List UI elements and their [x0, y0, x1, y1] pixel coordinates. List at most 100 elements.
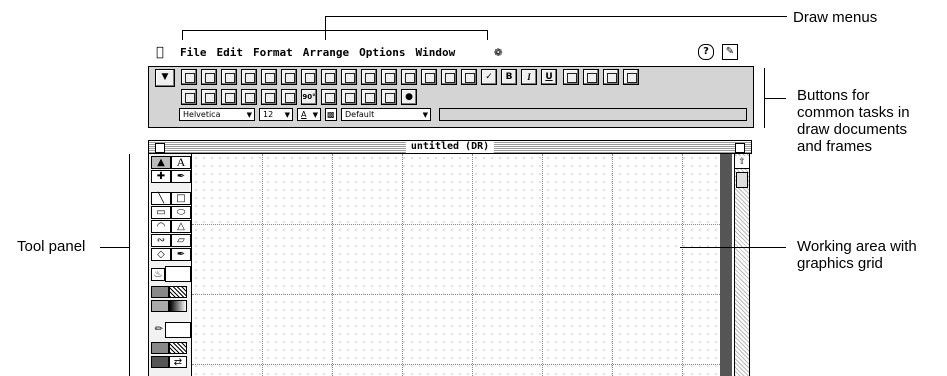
eyedropper-icon[interactable]: ✒ [171, 248, 191, 261]
font-value: Helvetica [183, 110, 221, 119]
align-bottom-icon[interactable] [221, 89, 237, 105]
pointer-tool-icon[interactable]: ▲ [151, 156, 171, 169]
fill-gradient-swatch[interactable] [151, 300, 169, 312]
fill-texture-swatch[interactable] [169, 286, 187, 298]
style-dropdown[interactable]: Default ▼ [341, 108, 431, 121]
revert-icon[interactable] [281, 69, 297, 85]
fill-tool-icon[interactable]: ♨ [151, 268, 165, 281]
ungroup-icon[interactable] [623, 69, 639, 85]
print-icon[interactable] [381, 69, 397, 85]
italic-button[interactable]: I [521, 69, 537, 85]
new-document-icon[interactable] [181, 69, 197, 85]
bold-button[interactable]: B [501, 69, 517, 85]
line-width-swatch[interactable] [151, 356, 169, 368]
eyedropper-tool-icon[interactable]: ✒ [171, 170, 191, 183]
apple-menu-icon[interactable]:  [156, 45, 164, 60]
pen-color-swatch[interactable] [165, 322, 191, 338]
reshape-icon[interactable] [281, 89, 297, 105]
vertical-scrollbar[interactable]: ⇧ [720, 154, 752, 376]
menu-file[interactable]: File [180, 46, 207, 59]
save-icon[interactable] [241, 69, 257, 85]
close-box-icon[interactable] [155, 143, 165, 153]
fill-pattern-icon[interactable] [563, 69, 579, 85]
paste-icon[interactable] [461, 69, 477, 85]
insert-spreadsheet-frame-icon[interactable] [321, 69, 337, 85]
button-bar-toggle-icon[interactable]: ▼ [155, 69, 175, 87]
grid-line [472, 154, 473, 376]
menu-window[interactable]: Window [415, 46, 455, 59]
save-as-icon[interactable] [261, 69, 277, 85]
script-icon[interactable]: ❁ [494, 44, 502, 60]
zoom-box-icon[interactable] [735, 143, 745, 153]
arc-tool-icon[interactable]: ◠ [151, 220, 171, 233]
open-stationery-icon[interactable] [221, 69, 237, 85]
font-dropdown[interactable]: Helvetica ▼ [179, 108, 255, 121]
rounded-rectangle-tool-icon[interactable]: ▭ [151, 206, 171, 219]
text-tool-icon[interactable]: A [171, 156, 191, 169]
window-title: untitled (DR) [405, 141, 495, 153]
page-view-icon[interactable] [401, 69, 417, 85]
window-title-bar[interactable]: untitled (DR) [148, 140, 752, 154]
font-size-dropdown[interactable]: 12 ▼ [259, 108, 293, 121]
polygon-tool-icon[interactable]: △ [171, 220, 191, 233]
text-color-dropdown[interactable]: A ▼ [297, 108, 321, 121]
pen-texture-swatch[interactable] [169, 342, 187, 354]
text-color-value: A [301, 110, 307, 119]
insert-paint-frame-icon[interactable] [341, 69, 357, 85]
scrollbar-thumb[interactable] [736, 172, 748, 188]
flip-icon[interactable] [321, 89, 337, 105]
stylesheet-icon[interactable]: ▩ [325, 108, 337, 121]
move-backward-icon[interactable] [261, 89, 277, 105]
align-middle-icon[interactable] [201, 89, 217, 105]
callout-buttons-line: Buttons for [797, 87, 870, 104]
fill-pattern-swatch[interactable] [151, 286, 169, 298]
grid-line [682, 154, 683, 376]
working-area[interactable] [192, 154, 720, 376]
grid-line [612, 154, 613, 376]
freehand-tool-icon[interactable]: ∾ [151, 234, 171, 247]
move-forward-icon[interactable] [241, 89, 257, 105]
menu-options[interactable]: Options [359, 46, 405, 59]
arrow-style-swatch[interactable]: ⇄ [169, 356, 187, 368]
oval-tool-icon[interactable]: ⬭ [171, 206, 191, 219]
cut-icon[interactable] [421, 69, 437, 85]
copy-icon[interactable] [441, 69, 457, 85]
rectangle-tool-icon[interactable]: □ [171, 192, 191, 205]
pen-tool-icon[interactable]: ✏ [153, 324, 165, 337]
callout-buttons-line: common tasks in [797, 104, 910, 121]
rotate-icon[interactable]: 90° [301, 89, 317, 105]
align-objects-icon[interactable] [583, 69, 599, 85]
scroll-up-icon[interactable]: ⇧ [735, 156, 749, 169]
menu-arrange[interactable]: Arrange [303, 46, 349, 59]
table-icon[interactable] [361, 69, 377, 85]
fill-wash-swatch[interactable] [169, 300, 187, 312]
group-icon[interactable] [603, 69, 619, 85]
smooth-icon[interactable] [381, 89, 397, 105]
menu-format[interactable]: Format [253, 46, 293, 59]
application-icon[interactable]: ✎ [722, 44, 738, 60]
line-tool-icon[interactable]: ╲ [151, 192, 171, 205]
open-document-icon[interactable] [201, 69, 217, 85]
spell-check-icon[interactable]: ✓ [481, 69, 497, 85]
callout-line [325, 16, 326, 40]
help-icon[interactable]: ? [698, 44, 714, 60]
chevron-down-icon: ▼ [284, 111, 290, 119]
grid-line [192, 224, 720, 225]
insert-text-frame-icon[interactable] [301, 69, 317, 85]
underline-button[interactable]: U [541, 69, 557, 85]
unlock-icon[interactable] [361, 89, 377, 105]
regular-polygon-tool-icon[interactable]: ◇ [151, 248, 171, 261]
callout-working-line: graphics grid [797, 255, 883, 272]
frame-tool-icon[interactable]: ✚ [151, 170, 171, 183]
fill-color-swatch[interactable] [165, 266, 191, 282]
globe-icon[interactable]: ● [401, 89, 417, 105]
align-top-icon[interactable] [181, 89, 197, 105]
menu-edit[interactable]: Edit [217, 46, 244, 59]
callout-buttons-line: and frames [797, 138, 873, 155]
lock-icon[interactable] [341, 89, 357, 105]
grid-line [192, 364, 720, 365]
grid-line [192, 294, 720, 295]
entry-bar[interactable] [439, 108, 747, 121]
pen-pattern-swatch[interactable] [151, 342, 169, 354]
bezigon-tool-icon[interactable]: ▱ [171, 234, 191, 247]
